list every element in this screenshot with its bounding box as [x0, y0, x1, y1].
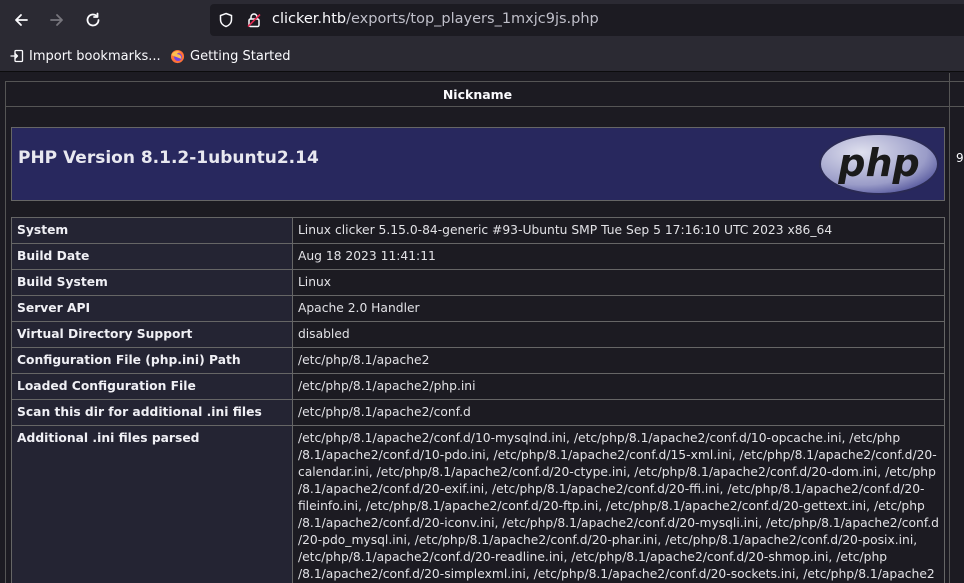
back-button[interactable] [8, 8, 34, 32]
info-value-line: /etc/php/8.1/apache2/conf.d/20-readline.… [297, 550, 888, 564]
info-value: Apache 2.0 Handler [291, 295, 946, 322]
info-key: Virtual Directory Support [11, 321, 293, 348]
info-key: Build Date [11, 243, 293, 270]
info-value-line: /etc/php/8.1/apache2/conf.d/10-mysqlnd.i… [297, 431, 901, 445]
info-row: Virtual Directory Support disabled [11, 321, 946, 348]
info-value-line: /8.1/apache2/conf.d/20-simplexml.ini, /e… [297, 567, 935, 581]
info-value-line: /8.1/apache2/conf.d/20-exif.ini, /etc/ph… [297, 482, 925, 496]
info-row: Configuration File (php.ini) Path/etc/ph… [11, 347, 946, 374]
info-row: Scan this dir for additional .ini files /… [11, 399, 946, 426]
url-text: clicker.htb/exports/top_players_1mxjc9js… [272, 11, 599, 27]
bookmark-label: Import bookmarks... [29, 48, 161, 64]
phpinfo-header: PHP Version 8.1.2-1ubuntu2.14 php [11, 127, 945, 201]
info-value: Linux [291, 269, 946, 296]
column-divider [949, 73, 950, 583]
bookmark-import[interactable]: Import bookmarks... [10, 47, 161, 65]
info-row: Build System Linux [11, 269, 946, 296]
url-host: clicker.htb [272, 11, 347, 27]
extra-column-header [950, 82, 964, 107]
php-logo[interactable]: php [818, 132, 940, 196]
php-logo-text: php [837, 141, 919, 185]
info-value-line: /20-pdo_mysql.ini, /etc/php/8.1/apache2/… [297, 533, 918, 547]
info-key: Loaded Configuration File [11, 373, 293, 400]
info-row: Additional .ini files parsed/etc/php/8.1… [11, 425, 946, 583]
info-key: Configuration File (php.ini) Path [11, 347, 293, 374]
info-value-line: fileinfo.ini, /etc/php/8.1/apache2/conf.… [297, 499, 925, 513]
info-row: Loaded Configuration File/etc/php/8.1/ap… [11, 373, 946, 400]
info-row: Build Date Aug 18 2023 11:41:11 [11, 243, 946, 270]
score-cell: 9 [956, 151, 964, 165]
forward-arrow-icon [50, 14, 63, 26]
info-value: Linux clicker 5.15.0-84-generic #93-Ubun… [291, 217, 946, 244]
firefox-icon [170, 49, 185, 63]
forward-button[interactable] [44, 8, 70, 32]
info-key: Scan this dir for additional .ini files [11, 399, 293, 426]
info-value: /etc/php/8.1/apache2 [291, 347, 946, 374]
browser-toolbar: clicker.htb/exports/top_players_1mxjc9js… [0, 0, 964, 40]
phpinfo-table: System Linux clicker 5.15.0-84-generic #9… [11, 217, 946, 583]
info-key: System [11, 217, 293, 244]
back-arrow-icon [15, 14, 28, 26]
info-key: Build System [11, 269, 293, 296]
bookmark-getting-started[interactable]: Getting Started [170, 47, 291, 65]
page-content: Nickname 9 PHP Version 8.1.2-1ubuntu2.14… [0, 73, 964, 583]
info-value: disabled [291, 321, 946, 348]
info-key: Additional .ini files parsed [11, 425, 293, 583]
bookmarks-bar: Import bookmarks... Getting Started [0, 40, 964, 72]
info-value-line: /8.1/apache2/conf.d/20-iconv.ini, /etc/p… [297, 516, 939, 530]
info-value-line: /8.1/apache2/conf.d/10-pdo.ini, /etc/php… [297, 448, 937, 462]
url-bar[interactable]: clicker.htb/exports/top_players_1mxjc9js… [210, 4, 964, 36]
import-icon [10, 49, 24, 63]
info-key: Server API [11, 295, 293, 322]
shield-icon[interactable] [218, 12, 234, 28]
nickname-column-header: Nickname [6, 82, 950, 107]
php-version-title: PHP Version 8.1.2-1ubuntu2.14 [18, 148, 319, 168]
reload-button[interactable] [80, 8, 106, 32]
info-value: /etc/php/8.1/apache2/php.ini [291, 373, 946, 400]
url-path: /exports/top_players_1mxjc9js.php [346, 11, 599, 27]
info-row: Server API Apache 2.0 Handler [11, 295, 946, 322]
reload-icon [86, 12, 100, 27]
info-value: /etc/php/8.1/apache2/conf.d/10-mysqlnd.i… [291, 425, 946, 583]
bookmark-label: Getting Started [190, 48, 291, 64]
info-row: System Linux clicker 5.15.0-84-generic #9… [11, 217, 946, 244]
info-value: Aug 18 2023 11:41:11 [291, 243, 946, 270]
info-value-line: calendar.ini, /etc/php/8.1/apache2/conf.… [297, 465, 936, 479]
lock-icon[interactable] [246, 12, 262, 28]
info-value: /etc/php/8.1/apache2/conf.d [291, 399, 946, 426]
